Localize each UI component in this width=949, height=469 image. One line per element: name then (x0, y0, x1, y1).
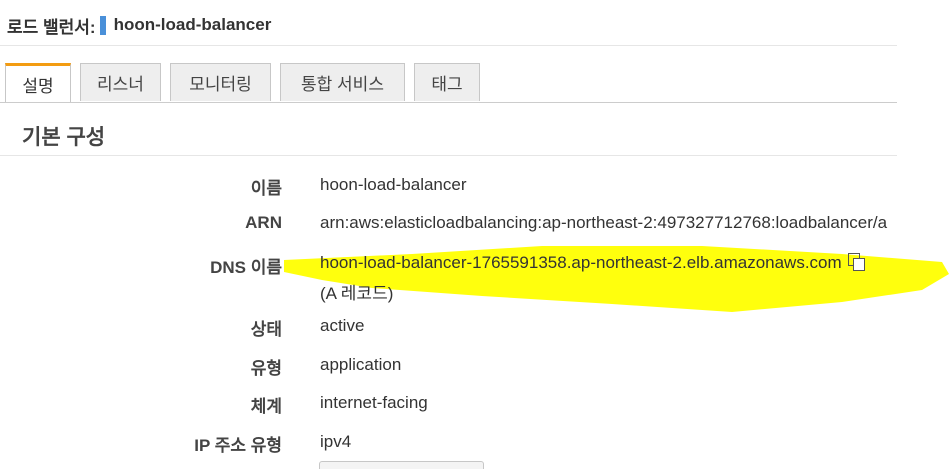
load-balancer-header: 로드 밸런서: hoon-load-balancer (7, 12, 271, 38)
field-value-dns-record-type: (A 레코드) (320, 284, 394, 303)
edit-ip-type-button[interactable] (319, 461, 484, 469)
header-divider (0, 45, 897, 46)
field-value-dns: hoon-load-balancer-1765591358.ap-northea… (320, 253, 842, 272)
field-value-arn: arn:aws:elasticloadbalancing:ap-northeas… (320, 213, 888, 232)
tab-divider (0, 102, 897, 103)
field-label-arn: ARN (245, 213, 282, 232)
tab-description[interactable]: 설명 (5, 63, 71, 103)
load-balancer-name: hoon-load-balancer (113, 15, 272, 34)
field-label-dns: DNS 이름 (210, 258, 282, 277)
tab-integrated-services-label: 통합 서비스 (301, 75, 384, 94)
tab-monitoring[interactable]: 모니터링 (170, 63, 271, 101)
field-label-type: 유형 (250, 359, 282, 378)
tab-description-label: 설명 (22, 77, 54, 96)
tab-listeners-label: 리스너 (97, 75, 144, 94)
tab-tags-label: 태그 (431, 75, 463, 94)
field-label-state: 상태 (250, 320, 282, 339)
field-value-state: active (320, 316, 365, 335)
tab-bar: 설명 리스너 모니터링 통합 서비스 태그 (5, 63, 489, 103)
field-label-ip-type: IP 주소 유형 (194, 436, 282, 455)
field-value-name: hoon-load-balancer (320, 175, 467, 194)
field-value-dns-row: hoon-load-balancer-1765591358.ap-northea… (320, 253, 866, 273)
field-value-ip-type: ipv4 (320, 432, 352, 451)
field-label-name: 이름 (250, 179, 282, 198)
tab-tags[interactable]: 태그 (414, 63, 480, 101)
section-title: 기본 구성 (22, 126, 106, 149)
field-value-scheme: internet-facing (320, 393, 428, 412)
field-value-type: application (320, 355, 402, 374)
tab-monitoring-label: 모니터링 (189, 75, 252, 94)
section-divider (0, 155, 897, 156)
header-accent-bar (99, 15, 106, 35)
copy-icon[interactable] (847, 253, 866, 271)
header-prefix: 로드 밸런서: (7, 17, 96, 37)
tab-integrated-services[interactable]: 통합 서비스 (280, 63, 405, 101)
field-label-scheme: 체계 (250, 397, 282, 416)
tab-listeners[interactable]: 리스너 (80, 63, 161, 101)
